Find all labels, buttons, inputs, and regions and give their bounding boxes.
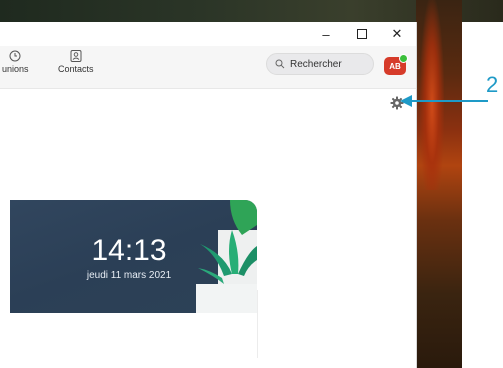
minimize-button[interactable]: – — [309, 22, 343, 46]
close-button[interactable]: ✕ — [380, 22, 414, 46]
nav-item-label: unions — [2, 64, 29, 74]
clock-time: 14:13 — [91, 234, 167, 267]
desktop-wallpaper-flame — [420, 0, 444, 190]
avatar-initials: AB — [389, 61, 401, 71]
callout-arrow-line — [406, 100, 488, 102]
top-toolbar: unions Contacts Rechercher AB — [0, 46, 416, 89]
callout-arrow-head — [400, 95, 412, 107]
contact-icon — [70, 50, 82, 62]
search-placeholder: Rechercher — [290, 58, 342, 70]
nav-item-reunions[interactable]: unions — [2, 50, 29, 74]
nav-item-contacts[interactable]: Contacts — [58, 50, 94, 74]
search-icon — [275, 59, 285, 69]
callout-number: 2 — [486, 72, 499, 97]
clock-icon — [9, 50, 21, 62]
search-input[interactable]: Rechercher — [266, 53, 374, 75]
clock-date: jeudi 11 mars 2021 — [86, 270, 172, 281]
app-window: – ✕ unions Contacts Rechercher AB 14:13 … — [0, 22, 417, 368]
presence-status-dot — [399, 54, 408, 63]
maximize-icon — [357, 29, 367, 39]
nav-item-label: Contacts — [58, 64, 94, 74]
divider — [257, 290, 258, 358]
maximize-button[interactable] — [345, 22, 379, 46]
minimize-icon: – — [322, 26, 330, 42]
close-icon: ✕ — [391, 26, 403, 41]
title-bar: – ✕ — [0, 22, 416, 46]
clock-card: 14:13 jeudi 11 mars 2021 — [10, 200, 257, 313]
